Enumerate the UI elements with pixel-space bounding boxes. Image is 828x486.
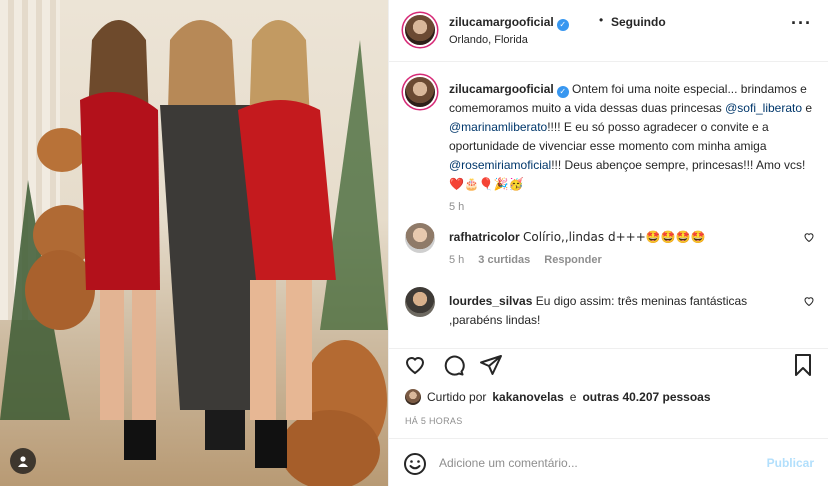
reply-button[interactable]: Responder xyxy=(544,254,601,266)
heart-outline-icon[interactable] xyxy=(803,295,815,307)
verified-badge-icon: ✓ xyxy=(556,19,569,31)
caption-time[interactable]: 5 h xyxy=(449,201,464,213)
heart-outline-icon[interactable] xyxy=(803,231,815,243)
posted-time[interactable]: HÁ 5 HORAS xyxy=(405,416,463,426)
post-location[interactable]: Orlando, Florida xyxy=(449,34,528,46)
commenter-avatar[interactable] xyxy=(405,287,435,317)
comment-text: lourdes_silvas Eu digo assim: três menin… xyxy=(449,292,779,330)
post-actions: Curtido por kakanovelas e outras 40.207 … xyxy=(389,348,828,438)
comment-likes[interactable]: 3 curtidas xyxy=(478,254,530,266)
user-icon xyxy=(18,456,28,467)
comment-time[interactable]: 5 h xyxy=(449,254,464,266)
photo-illustration xyxy=(0,20,388,486)
caption-part-4: !!! Deus abençoe sempre, princesas!!! Am… xyxy=(551,158,806,172)
caption-text: zilucamargooficial ✓ Ontem foi uma noite … xyxy=(449,80,819,194)
emoji-smile-icon[interactable] xyxy=(403,452,427,476)
add-comment-bar: Publicar xyxy=(389,438,828,486)
caption-emojis: ❤️🎂🎈🎉🥳 xyxy=(449,177,524,191)
bookmark-icon[interactable] xyxy=(792,353,814,377)
comments-list: zilucamargooficial ✓ Ontem foi uma noite … xyxy=(389,63,828,348)
action-icons xyxy=(403,353,503,377)
tagged-users-button[interactable] xyxy=(10,448,36,474)
mention-link[interactable]: @marinamliberato xyxy=(449,120,547,134)
commenter-username[interactable]: rafhatricolor xyxy=(449,230,520,244)
liked-by-others[interactable]: outras 40.207 pessoas xyxy=(582,390,710,404)
share-send-icon[interactable] xyxy=(479,353,503,377)
mention-link[interactable]: @sofi_liberato xyxy=(725,101,802,115)
commenter-username[interactable]: lourdes_silvas xyxy=(449,294,532,308)
liked-by-joiner: e xyxy=(569,390,577,404)
author-username-text[interactable]: zilucamargooficial xyxy=(449,15,554,29)
liked-by-user[interactable]: kakanovelas xyxy=(492,390,563,404)
separator-dot: • xyxy=(599,13,604,27)
post-header: zilucamargooficial ✓ • Seguindo Orlando, … xyxy=(389,0,828,62)
caption-part-2: e xyxy=(802,101,813,115)
post-side-panel: zilucamargooficial ✓ • Seguindo Orlando, … xyxy=(388,0,828,486)
comment-meta: 5 h 3 curtidas Responder xyxy=(449,254,602,266)
comment-body: Colírio,,lindas d+++🤩🤩🤩🤩 xyxy=(523,230,706,244)
caption-avatar[interactable] xyxy=(405,77,435,107)
liked-by: Curtido por kakanovelas e outras 40.207 … xyxy=(405,389,711,405)
comment-input[interactable] xyxy=(439,453,739,473)
liked-by-prefix: Curtido por xyxy=(427,390,487,404)
author-username[interactable]: zilucamargooficial ✓ xyxy=(449,15,569,31)
publish-button[interactable]: Publicar xyxy=(767,456,814,470)
author-avatar[interactable] xyxy=(405,15,435,45)
comment-text: rafhatricolor Colírio,,lindas d+++🤩🤩🤩🤩 xyxy=(449,228,779,247)
mention-link[interactable]: @rosemiriamoficial xyxy=(449,158,551,172)
comment-icon[interactable] xyxy=(441,353,465,377)
caption-username[interactable]: zilucamargooficial xyxy=(449,82,554,96)
liker-avatar[interactable] xyxy=(405,389,421,405)
verified-badge-icon: ✓ xyxy=(556,86,569,98)
commenter-avatar[interactable] xyxy=(405,223,435,253)
follow-status-button[interactable]: Seguindo xyxy=(611,15,666,29)
like-heart-icon[interactable] xyxy=(403,353,427,377)
more-horizontal-icon[interactable]: ··· xyxy=(791,14,812,32)
post-photo[interactable] xyxy=(0,0,388,486)
